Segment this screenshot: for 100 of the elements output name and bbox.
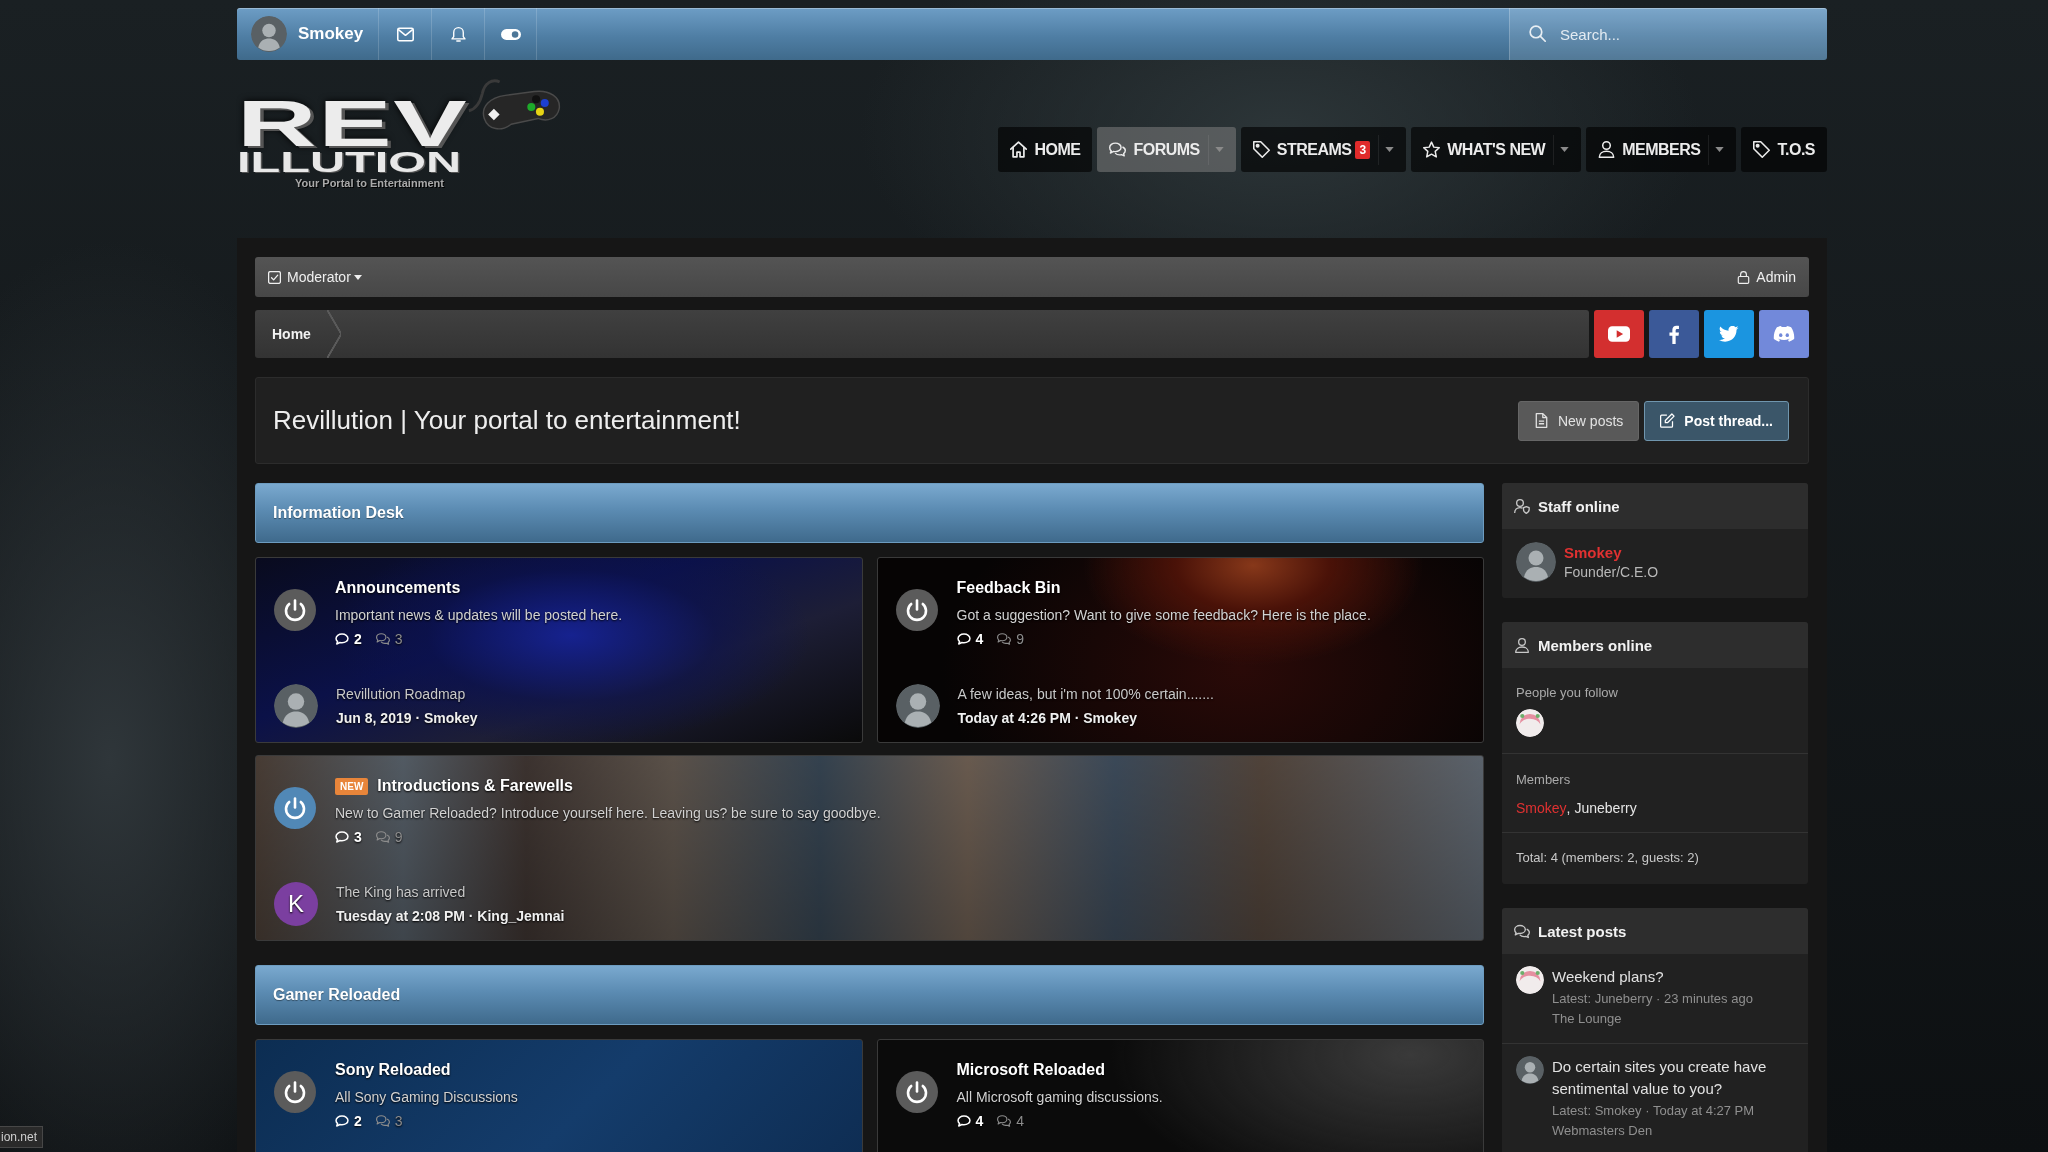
forum-description: New to Gamer Reloaded? Introduce yourself here. Leaving us? be sure to say goodbye. — [335, 804, 881, 822]
nav-tab[interactable]: HOME — [998, 127, 1093, 172]
controller-face-icon — [1773, 326, 1795, 342]
user-avatar[interactable] — [895, 684, 940, 728]
latest-thread-link[interactable]: Revillution Roadmap — [336, 685, 466, 703]
thread-link[interactable]: Do certain sites you create have sentimental value to you? — [1552, 1056, 1794, 1100]
logo-text: ILLUTION — [237, 150, 462, 174]
message-count: 9 — [1016, 630, 1025, 648]
bell-icon — [449, 26, 467, 42]
user-avatar[interactable] — [1516, 709, 1544, 737]
user-icon — [1598, 141, 1616, 158]
play-icon — [1608, 326, 1630, 342]
speech-bubbles-icon — [375, 831, 390, 843]
latest-thread-link[interactable]: A few ideas, but i'm not 100% certain....... — [957, 685, 1214, 703]
tag-icon — [1753, 141, 1771, 158]
forum-link[interactable]: Webmasters Den — [1552, 1121, 1653, 1141]
social-link[interactable] — [1704, 310, 1754, 358]
letter-avatar[interactable]: K — [274, 882, 318, 926]
speech-bubbles-icon — [1109, 141, 1127, 158]
speech-bubbles-icon — [997, 633, 1012, 645]
speech-bubbles-icon — [997, 1115, 1012, 1127]
message-count: 4 — [1016, 1112, 1025, 1130]
nav-tab[interactable]: MEMBERS — [1586, 127, 1737, 172]
edit-icon — [1660, 413, 1676, 428]
forum-description: Got a suggestion? Want to give some feedback? Here is the place. — [956, 606, 1371, 624]
message-count: 3 — [394, 630, 403, 648]
status-url-tooltip: ion.net — [0, 1126, 44, 1148]
user-icon — [1514, 637, 1530, 653]
count-badge: 3 — [1355, 140, 1371, 159]
forum-title-link[interactable]: Microsoft Reloaded — [956, 1060, 1105, 1080]
user-avatar[interactable] — [274, 684, 318, 728]
speech-bubble-icon — [335, 1115, 349, 1127]
thread-count: 4 — [975, 1112, 984, 1130]
category-header[interactable]: Gamer Reloaded — [255, 965, 1484, 1025]
forum-title-link[interactable]: Introductions & Farewells — [377, 776, 573, 796]
document-icon — [1533, 413, 1549, 428]
home-icon — [1010, 141, 1028, 158]
user-avatar[interactable] — [1516, 966, 1544, 994]
user-menu-link[interactable]: Smokey — [237, 8, 379, 60]
message-count: 3 — [394, 1112, 403, 1130]
speech-bubble-icon — [335, 633, 349, 645]
block-title: Staff online — [1538, 497, 1620, 515]
post-meta: Latest: Juneberry · 23 minutes ago — [1552, 990, 1753, 1008]
new-badge: NEW — [335, 777, 369, 795]
nav-tab[interactable]: WHAT'S NEW — [1411, 127, 1582, 172]
latest-post-meta: Tuesday at 2:08 PM · King_Jemnai — [336, 907, 565, 925]
list-label: People you follow — [1516, 685, 1619, 701]
logo-text: REV — [237, 98, 469, 150]
block-title: Latest posts — [1538, 922, 1627, 940]
page-title: Revillution | Your portal to entertainment! — [273, 405, 741, 436]
social-link[interactable] — [1594, 310, 1644, 358]
forum-description: Important news & updates will be posted here. — [335, 606, 623, 624]
f-logo-icon — [1669, 324, 1679, 344]
latest-post-meta: Today at 4:26 PM · Smokey — [957, 709, 1137, 727]
thread-count: 2 — [354, 630, 362, 648]
speech-bubbles-icon — [375, 633, 390, 645]
user-title: Founder/C.E.O — [1564, 562, 1659, 582]
logo-tagline: Your Portal to Entertainment — [295, 177, 444, 189]
admin-link[interactable]: Admin — [1737, 269, 1796, 285]
lock-icon — [1737, 270, 1751, 284]
search-icon — [1529, 25, 1546, 42]
moderator-menu-button[interactable]: Moderator — [268, 269, 362, 285]
header-button[interactable]: Post thread... — [1644, 400, 1789, 441]
nav-tab[interactable]: T.O.S — [1741, 127, 1827, 172]
username-link[interactable]: Smokey — [1564, 542, 1622, 563]
thread-count: 3 — [354, 828, 362, 846]
forum-description: All Sony Gaming Discussions — [335, 1088, 518, 1106]
forum-title-link[interactable]: Feedback Bin — [956, 578, 1061, 598]
breadcrumb-link[interactable]: Home — [255, 310, 345, 358]
speech-bubble-icon — [956, 1115, 971, 1127]
nav-tab[interactable]: STREAMS 3 — [1240, 127, 1407, 172]
post-meta: Latest: Smokey · Today at 4:27 PM — [1552, 1102, 1755, 1120]
speech-bubble-icon — [956, 633, 971, 645]
social-link[interactable] — [1649, 310, 1699, 358]
list-label: Members — [1516, 772, 1572, 788]
user-avatar[interactable] — [1516, 1056, 1544, 1084]
online-total: Total: 4 (members: 2, guests: 2) — [1516, 849, 1700, 867]
forum-title-link[interactable]: Announcements — [335, 578, 461, 598]
theme-toggle-button[interactable] — [484, 8, 538, 60]
tag-icon — [1252, 141, 1270, 158]
username-link[interactable]: Smokey — [1516, 799, 1567, 817]
speech-bubbles-icon — [1514, 923, 1530, 939]
thread-link[interactable]: Weekend plans? — [1552, 966, 1664, 988]
list-separator: , — [1566, 799, 1571, 817]
thread-count: 2 — [354, 1112, 362, 1130]
toggle-icon — [500, 28, 521, 40]
social-link[interactable] — [1759, 310, 1809, 358]
header-button[interactable]: New posts — [1517, 400, 1640, 441]
star-icon — [1423, 141, 1441, 158]
forum-title-link[interactable]: Sony Reloaded — [335, 1060, 451, 1080]
nav-tab[interactable]: FORUMS — [1097, 127, 1236, 172]
latest-thread-link[interactable]: The King has arrived — [336, 883, 466, 901]
category-header[interactable]: Information Desk — [255, 483, 1484, 543]
checkbox-icon — [268, 270, 281, 284]
speech-bubbles-icon — [375, 1115, 390, 1127]
latest-post-meta: Jun 8, 2019 · Smokey — [336, 709, 478, 727]
user-avatar[interactable] — [1516, 542, 1556, 582]
username-link[interactable]: Juneberry — [1574, 799, 1637, 817]
forum-link[interactable]: The Lounge — [1552, 1009, 1622, 1029]
thread-count: 4 — [975, 630, 984, 648]
